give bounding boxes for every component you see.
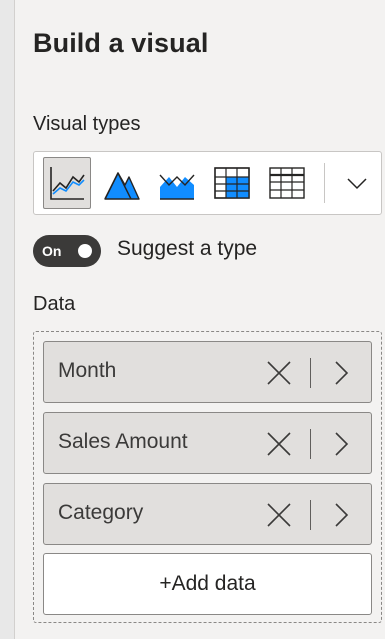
field-label: Month: [58, 359, 117, 382]
visual-type-table[interactable]: [263, 157, 311, 209]
toggle-knob: [78, 244, 92, 258]
add-data-button[interactable]: +Add data: [43, 553, 372, 615]
remove-field-button[interactable]: [264, 500, 294, 530]
matrix-icon: [214, 167, 250, 199]
toggle-state-label: On: [42, 243, 62, 259]
chevron-right-icon: [335, 432, 349, 456]
data-section-label: Data: [33, 293, 76, 315]
field-separator: [310, 429, 311, 459]
build-visual-pane: Build a visual Visual types On Suggest a…: [14, 0, 385, 639]
visual-types-gallery: [33, 151, 382, 215]
suggest-type-toggle[interactable]: On: [33, 235, 101, 267]
expand-visual-types-button[interactable]: [337, 162, 377, 204]
visual-types-label: Visual types: [33, 113, 141, 135]
chevron-right-icon: [335, 361, 349, 385]
data-field-category[interactable]: Category: [43, 483, 372, 545]
close-icon: [267, 503, 291, 527]
gallery-divider: [324, 163, 325, 203]
field-separator: [310, 500, 311, 530]
chevron-right-icon: [335, 503, 349, 527]
area-chart-icon: [104, 172, 140, 200]
expand-field-button[interactable]: [327, 429, 355, 459]
remove-field-button[interactable]: [264, 429, 294, 459]
data-field-month[interactable]: Month: [43, 341, 372, 403]
expand-field-button[interactable]: [327, 358, 355, 388]
field-label: Category: [58, 501, 144, 524]
visual-type-line-area-chart[interactable]: [153, 157, 201, 209]
expand-field-button[interactable]: [327, 500, 355, 530]
close-icon: [267, 432, 291, 456]
table-icon: [269, 167, 305, 199]
line-chart-icon: [50, 167, 85, 200]
field-separator: [310, 358, 311, 388]
suggest-type-label: Suggest a type: [117, 237, 258, 260]
field-label: Sales Amount: [58, 430, 188, 453]
data-field-sales-amount[interactable]: Sales Amount: [43, 412, 372, 474]
chevron-down-icon: [347, 178, 367, 190]
visual-type-area-chart[interactable]: [98, 157, 146, 209]
remove-field-button[interactable]: [264, 358, 294, 388]
visual-type-line-chart[interactable]: [43, 157, 91, 209]
visual-type-matrix[interactable]: [208, 157, 256, 209]
data-well: Month Sales Amount Category +Add data: [33, 331, 382, 623]
line-area-chart-icon: [159, 174, 195, 200]
close-icon: [267, 361, 291, 385]
pane-title: Build a visual: [33, 28, 209, 58]
